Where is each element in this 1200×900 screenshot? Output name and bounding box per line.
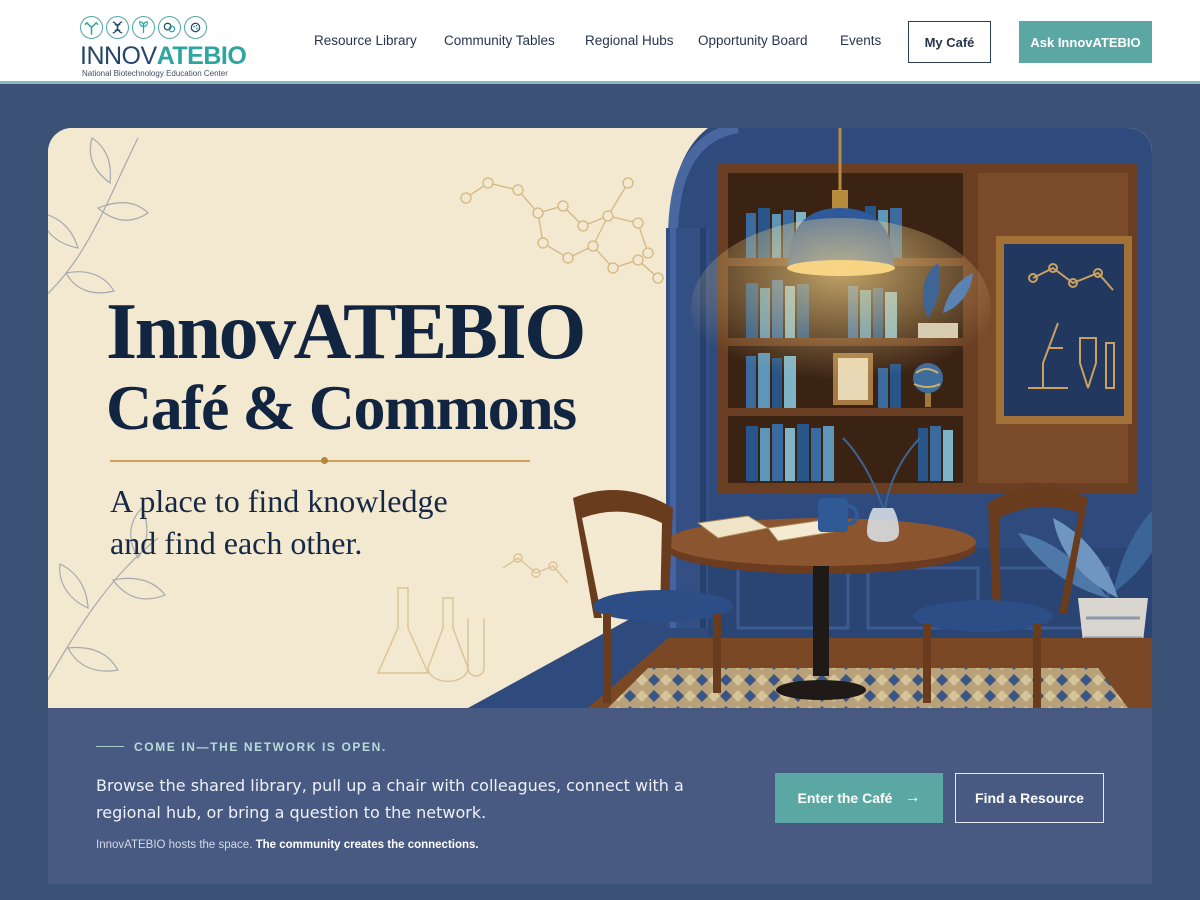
nav-resource-library[interactable]: Resource Library xyxy=(314,33,417,48)
hero-title-line2: Café & Commons xyxy=(106,372,577,443)
microbe-icon xyxy=(184,16,207,39)
logo-tagline: National Biotechnology Education Center xyxy=(82,69,228,78)
ask-innovatebio-button[interactable]: Ask InnovATEBIO xyxy=(1019,21,1152,63)
logo-wordmark: INNOVATEBIO xyxy=(80,42,247,70)
find-resource-button[interactable]: Find a Resource xyxy=(955,773,1104,823)
logo-icon-row xyxy=(80,16,207,39)
hero-divider-ornament xyxy=(321,457,328,464)
band-note-plain: InnovATEBIO hosts the space. xyxy=(96,839,256,851)
hero-title: InnovATEBIO Café & Commons xyxy=(106,288,586,443)
enter-cafe-button[interactable]: Enter the Café → xyxy=(775,773,943,823)
band-eyebrow: COME IN—THE NETWORK IS OPEN. xyxy=(134,740,387,754)
logo-word-atebio: ATEBIO xyxy=(156,42,247,70)
hero-subtitle-line2: and find each other. xyxy=(110,525,363,561)
brand-logo[interactable]: INNOVATEBIO National Biotechnology Educa… xyxy=(80,12,252,80)
welcome-band: COME IN—THE NETWORK IS OPEN. Browse the … xyxy=(48,708,1152,884)
logo-word-innov: INNOV xyxy=(80,42,157,70)
eyebrow-rule xyxy=(96,746,124,747)
hero-subtitle: A place to find knowledge and find each … xyxy=(110,480,550,564)
framed-microscope-print xyxy=(996,236,1132,424)
hero-banner: InnovATEBIO Café & Commons A place to fi… xyxy=(48,128,1152,708)
band-footnote: InnovATEBIO hosts the space. The communi… xyxy=(96,839,479,851)
seed-icon xyxy=(132,16,155,39)
nav-community-tables[interactable]: Community Tables xyxy=(444,33,555,48)
band-note-bold: The community creates the connections. xyxy=(255,839,479,851)
band-description: Browse the shared library, pull up a cha… xyxy=(96,776,684,822)
antibody-icon xyxy=(80,16,103,39)
site-header: INNOVATEBIO National Biotechnology Educa… xyxy=(0,0,1200,84)
nav-events[interactable]: Events xyxy=(840,33,881,48)
dna-icon xyxy=(106,16,129,39)
hero-title-line1: InnovATEBIO xyxy=(106,288,586,376)
hero-subtitle-line1: A place to find knowledge xyxy=(110,483,448,519)
hero-divider xyxy=(110,460,530,462)
my-cafe-button[interactable]: My Café xyxy=(908,21,991,63)
nav-opportunity-board[interactable]: Opportunity Board xyxy=(698,33,808,48)
arrow-right-icon: → xyxy=(904,789,921,806)
nav-regional-hubs[interactable]: Regional Hubs xyxy=(585,33,674,48)
enter-cafe-label: Enter the Café xyxy=(797,790,893,806)
cells-icon xyxy=(158,16,181,39)
